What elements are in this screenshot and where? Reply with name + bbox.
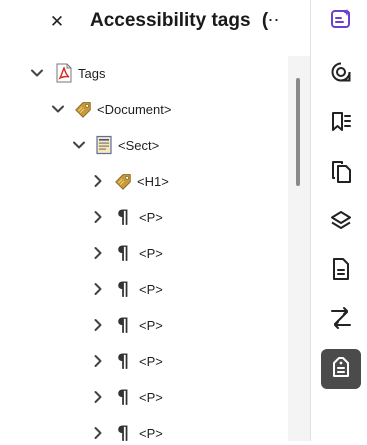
tree-item-label: Tags bbox=[78, 65, 106, 81]
chevron-right-icon[interactable] bbox=[91, 246, 105, 260]
tag-icon bbox=[113, 171, 133, 191]
tree-item-p[interactable]: ¶ <P> bbox=[91, 349, 163, 373]
tree-item-label: <Document> bbox=[97, 101, 172, 117]
pilcrow-icon: ¶ bbox=[116, 422, 130, 444]
accessibility-tags-icon bbox=[331, 355, 351, 384]
bookmarks-button[interactable] bbox=[321, 104, 361, 144]
tree-item-sect[interactable]: <Sect> bbox=[72, 133, 159, 157]
chevron-right-icon[interactable] bbox=[91, 282, 105, 296]
tree-item-document[interactable]: <Document> bbox=[51, 97, 171, 121]
panel-header: ✕ Accessibility tags ( ⋯ bbox=[0, 0, 310, 46]
chevron-right-icon[interactable] bbox=[91, 390, 105, 404]
chevron-right-icon[interactable] bbox=[91, 426, 105, 440]
right-tool-rail bbox=[311, 0, 367, 441]
tree-item-p[interactable]: ¶ <P> bbox=[91, 205, 163, 229]
tree-item-p[interactable]: ¶ <P> bbox=[91, 277, 163, 301]
tree-item-label: <Sect> bbox=[118, 137, 160, 153]
pilcrow-icon: ¶ bbox=[116, 314, 130, 336]
accessibility-tags-panel: ✕ Accessibility tags ( ⋯ Tags <Document>… bbox=[0, 0, 310, 443]
pilcrow-icon: ¶ bbox=[116, 206, 130, 228]
tree-item-label: <P> bbox=[139, 281, 163, 297]
document-properties-button[interactable] bbox=[321, 251, 361, 291]
chevron-right-icon[interactable] bbox=[91, 174, 105, 188]
compare-icon bbox=[329, 306, 353, 335]
tree-item-p[interactable]: ¶ <P> bbox=[91, 313, 163, 337]
tree-item-p[interactable]: ¶ <P> bbox=[91, 385, 163, 409]
pilcrow-icon: ¶ bbox=[116, 278, 130, 300]
tree-item-label: <P> bbox=[139, 353, 163, 369]
panel-title: Accessibility tags ( bbox=[90, 10, 268, 32]
organize-pages-button[interactable] bbox=[321, 154, 361, 194]
tree-item-label: <P> bbox=[139, 245, 163, 261]
tree-item-label: <P> bbox=[139, 389, 163, 405]
document-icon bbox=[331, 257, 351, 286]
container-doc-icon bbox=[94, 135, 114, 155]
close-icon[interactable]: ✕ bbox=[48, 12, 66, 32]
copy-pages-icon bbox=[330, 160, 352, 189]
more-options-icon[interactable]: ⋯ bbox=[258, 9, 284, 33]
chevron-right-icon[interactable] bbox=[91, 354, 105, 368]
scrollbar-thumb[interactable] bbox=[296, 78, 300, 186]
chevron-down-icon[interactable] bbox=[72, 138, 86, 152]
tree-item-label: <P> bbox=[139, 317, 163, 333]
bookmarks-icon bbox=[329, 110, 353, 139]
chevron-right-icon[interactable] bbox=[91, 210, 105, 224]
accessibility-tags-button[interactable] bbox=[321, 349, 361, 389]
tree-item-tags[interactable]: Tags bbox=[30, 61, 105, 85]
layers-icon bbox=[330, 210, 352, 237]
tree-item-label: <H1> bbox=[137, 173, 169, 189]
tree-item-label: <P> bbox=[139, 425, 163, 441]
tree-item-label: <P> bbox=[139, 209, 163, 225]
tree-item-p[interactable]: ¶ <P> bbox=[91, 421, 163, 445]
comments-button[interactable] bbox=[321, 54, 361, 94]
pilcrow-icon: ¶ bbox=[116, 386, 130, 408]
ai-assistant-icon bbox=[329, 7, 353, 36]
chevron-down-icon[interactable] bbox=[51, 102, 65, 116]
ai-assistant-button[interactable] bbox=[321, 1, 361, 41]
pilcrow-icon: ¶ bbox=[116, 350, 130, 372]
tree-item-p[interactable]: ¶ <P> bbox=[91, 241, 163, 265]
chevron-down-icon[interactable] bbox=[30, 66, 44, 80]
tag-icon bbox=[73, 99, 93, 119]
panel-title-text: Accessibility tags bbox=[90, 10, 251, 31]
compare-button[interactable] bbox=[321, 300, 361, 340]
tree-item-h1[interactable]: <H1> bbox=[91, 169, 169, 193]
pdf-file-icon bbox=[54, 63, 74, 83]
layers-button[interactable] bbox=[321, 203, 361, 243]
chevron-right-icon[interactable] bbox=[91, 318, 105, 332]
comments-icon bbox=[330, 61, 352, 88]
pilcrow-icon: ¶ bbox=[116, 242, 130, 264]
